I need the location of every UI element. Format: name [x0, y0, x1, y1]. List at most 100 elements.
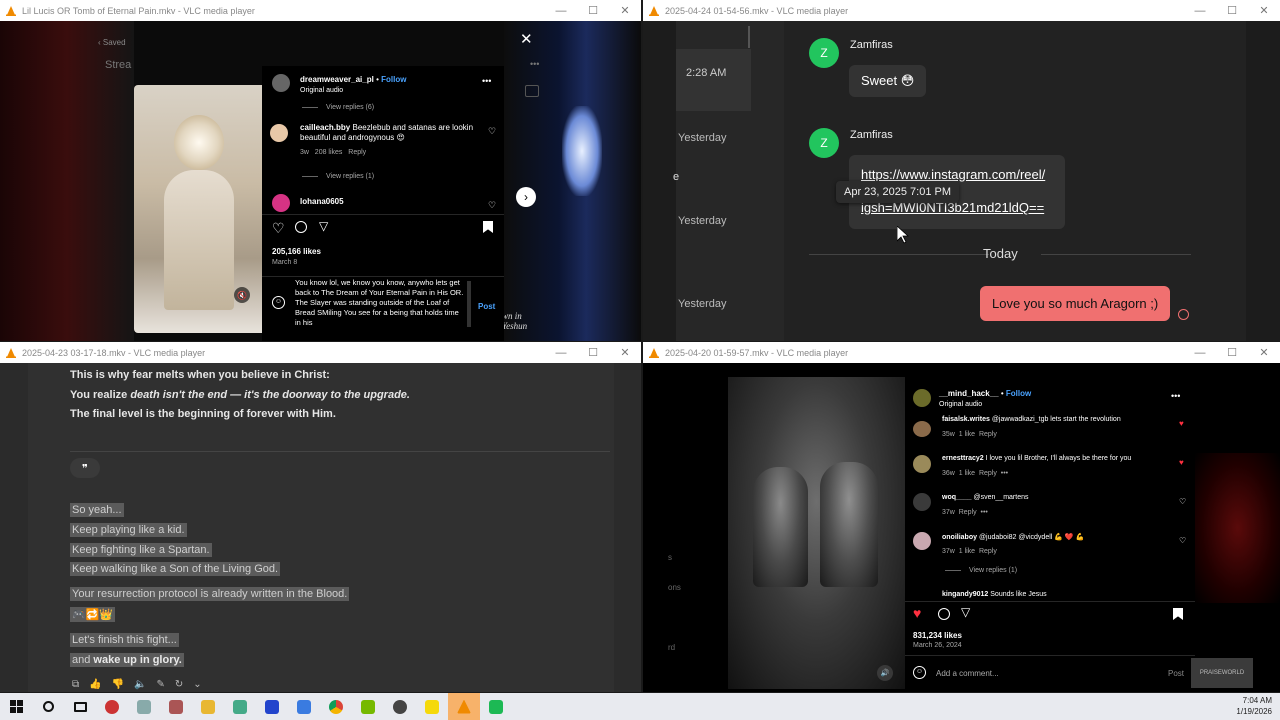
view-replies-link[interactable]: View replies (1)	[969, 567, 1017, 574]
follow-button[interactable]: Follow	[381, 75, 406, 84]
chrome-icon[interactable]	[320, 693, 352, 720]
maximize-button[interactable]: ☐	[577, 0, 609, 21]
thumbs-up-icon[interactable]: 👍	[89, 679, 101, 690]
heart-icon-3[interactable]: ♡	[1179, 497, 1186, 506]
file-explorer-icon[interactable]	[192, 693, 224, 720]
chevron-down-icon[interactable]: ⌄	[193, 679, 201, 690]
comment-username-5[interactable]: kingandy9012	[942, 591, 988, 598]
minimize-button[interactable]: —	[1184, 0, 1216, 21]
app-icon-6[interactable]	[288, 693, 320, 720]
link-line-1[interactable]: https://www.instagram.com/reel/	[861, 167, 1053, 182]
edit-icon[interactable]: ✎	[157, 679, 165, 690]
maximize-button[interactable]: ☐	[577, 342, 609, 363]
comment-username-1[interactable]: faisalsk.writes	[942, 416, 990, 423]
comment-username-4[interactable]: onoiliaboy	[942, 534, 977, 541]
search-icon[interactable]	[32, 693, 64, 720]
commenter-avatar-2[interactable]	[913, 455, 931, 473]
vlc-window-1[interactable]: Lil Lucis OR Tomb of Eternal Pain.mkv - …	[0, 0, 641, 341]
comment-username-2[interactable]: lohana0605	[300, 197, 344, 206]
comment-icon[interactable]	[938, 608, 950, 620]
title-bar[interactable]: Lil Lucis OR Tomb of Eternal Pain.mkv - …	[0, 0, 641, 21]
post-button[interactable]: Post	[1168, 669, 1184, 678]
vlc-window-2[interactable]: 2025-04-24 01-54-56.mkv - VLC media play…	[643, 0, 1280, 341]
comment-username[interactable]: cailleach.bby	[300, 123, 350, 132]
contact-avatar-2[interactable]: Z	[809, 128, 839, 158]
likes-count[interactable]: 205,166 likes	[272, 247, 321, 256]
task-view-icon[interactable]	[64, 693, 96, 720]
bg-more-icon[interactable]: •••	[530, 59, 539, 69]
commenter-avatar-2[interactable]	[272, 194, 290, 212]
video-area[interactable]: ‹ Saved Strea wn in Yeshun ••• 🔇 ✕ › dre…	[0, 21, 641, 341]
comment-likes-4[interactable]: 1 like	[959, 548, 975, 555]
vlc-window-4[interactable]: 2025-04-20 01-59-57.mkv - VLC media play…	[643, 342, 1280, 692]
vlc-window-3[interactable]: 2025-04-23 03-17-18.mkv - VLC media play…	[0, 342, 641, 692]
reel-video[interactable]	[728, 377, 905, 689]
view-replies-link-2[interactable]: View replies (1)	[326, 173, 374, 180]
maximize-button[interactable]: ☐	[1216, 0, 1248, 21]
comment-input[interactable]: Add a comment...	[936, 669, 999, 678]
scroll-handle[interactable]	[748, 26, 750, 48]
comment-input[interactable]: You know lol, we know you know, anywho l…	[295, 278, 465, 338]
reel-video[interactable]: 🔇	[134, 85, 262, 333]
heart-icon[interactable]: ♡	[488, 126, 496, 137]
app-icon-5[interactable]	[256, 693, 288, 720]
vlc-taskbar-icon[interactable]	[448, 693, 480, 720]
comment-likes-1[interactable]: 1 like	[959, 431, 975, 438]
title-bar[interactable]: 2025-04-23 03-17-18.mkv - VLC media play…	[0, 342, 641, 363]
title-bar[interactable]: 2025-04-20 01-59-57.mkv - VLC media play…	[643, 342, 1280, 363]
mute-icon[interactable]: 🔇	[234, 287, 250, 303]
reply-link-3[interactable]: Reply	[959, 509, 977, 516]
commenter-avatar-3[interactable]	[913, 493, 931, 511]
thumbs-down-icon[interactable]: 👎	[112, 679, 124, 690]
app-icon-8[interactable]	[480, 693, 512, 720]
sticky-notes-icon[interactable]	[416, 693, 448, 720]
commenter-avatar[interactable]	[270, 124, 288, 142]
liked-heart-icon-2[interactable]: ♥	[1179, 458, 1184, 467]
close-button[interactable]: ✕	[609, 342, 641, 363]
more-options-icon[interactable]: •••	[1171, 391, 1180, 401]
comment-likes-2[interactable]: 1 like	[959, 470, 975, 477]
title-bar[interactable]: 2025-04-24 01-54-56.mkv - VLC media play…	[643, 0, 1280, 21]
original-audio-label[interactable]: Original audio	[300, 87, 343, 94]
share-icon[interactable]: ▽	[319, 219, 328, 233]
avatar[interactable]	[913, 389, 931, 407]
reply-link-1[interactable]: Reply	[979, 431, 997, 438]
message-bubble[interactable]: Sweet 😳	[849, 65, 927, 97]
regenerate-icon[interactable]: ↻	[175, 679, 183, 690]
close-button[interactable]: ✕	[1248, 342, 1280, 363]
emoji-icon[interactable]: ☺	[272, 296, 285, 309]
bookmark-icon[interactable]	[1173, 608, 1183, 620]
calendar-icon[interactable]	[525, 85, 539, 97]
liked-heart-icon-1[interactable]: ♥	[1179, 419, 1184, 428]
start-button[interactable]	[0, 693, 32, 720]
next-arrow-icon[interactable]: ›	[516, 187, 536, 207]
minimize-button[interactable]: —	[545, 342, 577, 363]
comment-username-3[interactable]: woq____	[942, 494, 972, 501]
app-icon-4[interactable]	[224, 693, 256, 720]
avatar[interactable]	[272, 74, 290, 92]
commenter-avatar-4[interactable]	[913, 532, 931, 550]
nvidia-icon[interactable]	[352, 693, 384, 720]
minimize-button[interactable]: —	[1184, 342, 1216, 363]
app-icon-1[interactable]	[96, 693, 128, 720]
liked-heart-icon[interactable]: ♥	[913, 605, 921, 621]
view-replies-link[interactable]: View replies (6)	[326, 104, 374, 111]
app-icon-3[interactable]	[160, 693, 192, 720]
like-heart-icon[interactable]: ♡	[272, 220, 285, 237]
original-audio-label[interactable]: Original audio	[939, 401, 982, 408]
heart-icon-4[interactable]: ♡	[1179, 536, 1186, 545]
comment-more-icon-2[interactable]: •••	[1001, 470, 1008, 477]
video-area[interactable]: This is why fear melts when you believe …	[0, 363, 641, 692]
more-options-icon[interactable]: •••	[482, 76, 491, 86]
close-button[interactable]: ✕	[1248, 0, 1280, 21]
app-icon-7[interactable]	[384, 693, 416, 720]
close-button[interactable]: ✕	[609, 0, 641, 21]
comment-likes[interactable]: 208 likes	[315, 149, 343, 156]
reply-link-4[interactable]: Reply	[979, 548, 997, 555]
commenter-avatar-1[interactable]	[913, 421, 931, 437]
read-aloud-icon[interactable]: 🔈	[134, 679, 146, 690]
emoji-icon[interactable]: ☺	[913, 666, 926, 679]
app-icon-2[interactable]	[128, 693, 160, 720]
follow-button[interactable]: Follow	[1006, 389, 1031, 398]
minimize-button[interactable]: —	[545, 0, 577, 21]
